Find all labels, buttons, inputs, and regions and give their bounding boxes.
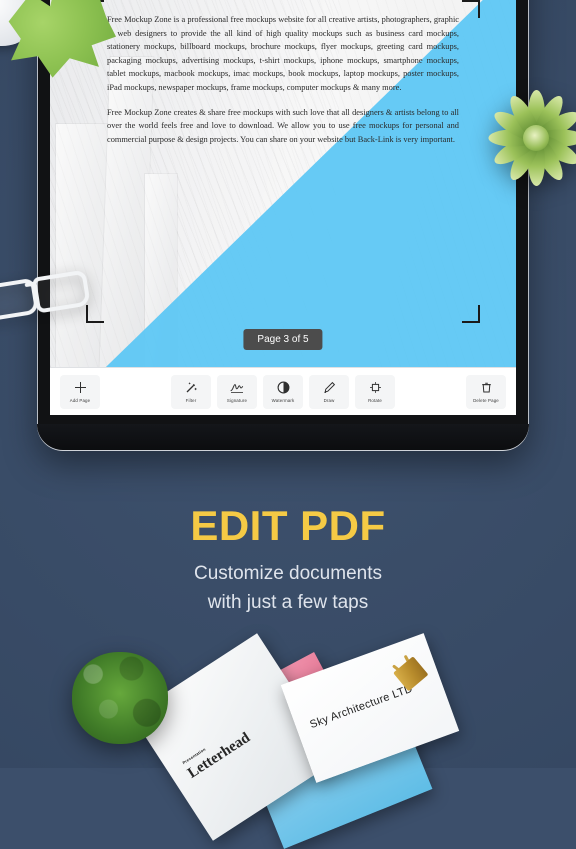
rotate-label: Rotate — [368, 398, 382, 403]
promo-subline-line2: with just a few taps — [207, 591, 369, 613]
filter-button[interactable]: Filter — [171, 374, 211, 409]
watermark-label: Watermark — [271, 398, 295, 403]
crop-mark-bottom-right — [462, 305, 480, 323]
moss-ball-plant — [72, 652, 168, 744]
tablet-device: Letterhead Free Mockup Zone is a profess… — [37, 0, 529, 450]
crop-mark-bottom-left — [86, 305, 104, 323]
draw-label: Draw — [323, 398, 335, 403]
signature-icon — [230, 380, 244, 395]
tablet-screen: Letterhead Free Mockup Zone is a profess… — [50, 0, 516, 415]
document-paragraph: Free Mockup Zone creates & share free mo… — [107, 107, 459, 144]
delete-page-button[interactable]: Delete Page — [466, 374, 506, 409]
pencil-icon — [323, 380, 336, 395]
add-page-label: Add Page — [69, 398, 91, 403]
promo-subline: Customize documents with just a few taps — [0, 560, 576, 617]
watermark-button[interactable]: Watermark — [263, 374, 303, 409]
editor-toolbar: Add Page Filter Signature Watermark Draw… — [50, 367, 516, 415]
add-page-button[interactable]: Add Page — [60, 374, 100, 409]
trash-icon — [480, 380, 493, 395]
sky-architecture-brand: Sky Architecture LTD — [308, 682, 415, 732]
binder-clip-icon — [389, 652, 429, 692]
contrast-circle-icon — [277, 380, 290, 395]
pdf-page[interactable]: Letterhead Free Mockup Zone is a profess… — [50, 0, 516, 367]
app-background: Letterhead Free Mockup Zone is a profess… — [0, 0, 576, 849]
crop-mark-top-right — [462, 0, 480, 18]
document-paragraph: Free Mockup Zone is a professional free … — [107, 15, 459, 93]
plus-icon — [74, 380, 87, 395]
signature-button[interactable]: Signature — [217, 374, 257, 409]
delete-page-label: Delete Page — [473, 398, 499, 403]
document-body: Free Mockup Zone is a professional free … — [107, 13, 459, 146]
page-indicator-badge: Page 3 of 5 — [243, 329, 323, 350]
filter-label: Filter — [185, 398, 197, 403]
signature-label: Signature — [226, 398, 248, 403]
promo-subline-line1: Customize documents — [194, 563, 382, 584]
rotate-button[interactable]: Rotate — [355, 374, 395, 409]
succulent-plant — [484, 86, 576, 190]
promo-headline: EDIT PDF — [190, 502, 386, 549]
magic-wand-icon — [185, 380, 198, 395]
rotate-icon — [369, 380, 382, 395]
draw-button[interactable]: Draw — [309, 374, 349, 409]
